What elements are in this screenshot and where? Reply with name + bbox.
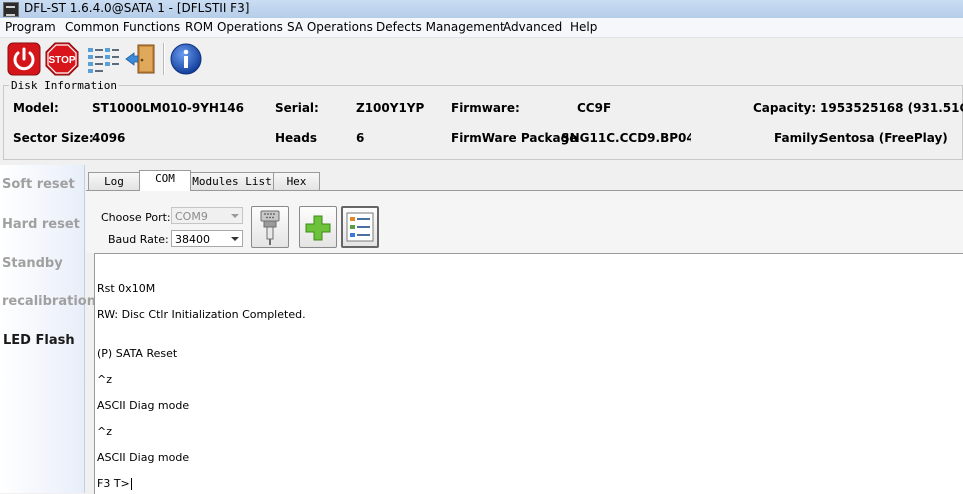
terminal-line: ^z — [97, 373, 112, 386]
chevron-down-icon — [231, 237, 239, 241]
power-button[interactable] — [7, 42, 41, 76]
menu-common-functions[interactable]: Common Functions — [65, 20, 180, 34]
terminal-output[interactable]: Rst 0x10M RW: Disc Ctlr Initialization C… — [94, 253, 963, 494]
standby-button[interactable]: Standby — [2, 256, 63, 271]
baud-rate-select[interactable]: 38400 — [171, 230, 243, 247]
sector-size-value: 4096 — [92, 131, 126, 145]
info-button[interactable] — [169, 42, 203, 76]
com-settings-area: Choose Port: COM9 Baud Rate: 38400 — [86, 191, 963, 253]
port-select-value: COM9 — [175, 210, 208, 223]
window-title: DFL-ST 1.6.4.0@SATA 1 - [DFLSTII F3] — [24, 1, 250, 15]
disk-information-panel: Disk Information Model: ST1000LM010-9YH1… — [3, 79, 963, 160]
exit-button[interactable] — [124, 42, 158, 76]
text-cursor — [130, 478, 132, 490]
baud-rate-label: Baud Rate: — [108, 233, 169, 246]
led-flash-button[interactable]: LED Flash — [3, 333, 75, 348]
disk-information-legend: Disk Information — [9, 79, 119, 92]
title-bar: DFL-ST 1.6.4.0@SATA 1 - [DFLSTII F3] — [0, 0, 963, 18]
firmware-package-value: SNG11C.CCD9.BP0494.( — [561, 131, 691, 145]
menu-defects-management[interactable]: Defects Management — [376, 20, 505, 34]
menu-rom-operations[interactable]: ROM Operations — [185, 20, 283, 34]
terminal-line: ASCII Diag mode — [97, 399, 190, 412]
tab-modules-list[interactable]: Modules List — [190, 172, 274, 190]
terminal-prompt: F3 T> — [97, 477, 130, 490]
app-icon — [3, 2, 19, 17]
model-label: Model: — [13, 101, 59, 115]
terminal-settings-button[interactable] — [341, 206, 379, 248]
stop-button[interactable]: STOP — [45, 42, 79, 76]
plus-icon — [305, 215, 331, 241]
list-view-button[interactable] — [86, 42, 120, 76]
terminal-line: ASCII Diag mode — [97, 451, 190, 464]
tab-hex[interactable]: Hex — [273, 172, 320, 190]
hard-reset-button[interactable]: Hard reset — [2, 217, 80, 232]
tab-bar: Log COM Modules List Hex — [86, 170, 963, 191]
exit-door-icon — [125, 44, 155, 74]
heads-label: Heads — [275, 131, 318, 145]
choose-port-label: Choose Port: — [101, 211, 171, 224]
menu-program[interactable]: Program — [5, 20, 56, 34]
settings-list-icon — [346, 212, 374, 242]
firmware-package-label: FirmWare Package — [451, 131, 578, 145]
toolbar: STOP — [0, 38, 963, 80]
power-icon — [7, 42, 41, 76]
tab-com[interactable]: COM — [139, 170, 191, 191]
stop-label: STOP — [48, 55, 75, 66]
menu-advanced[interactable]: Advanced — [503, 20, 562, 34]
capacity-label: Capacity: — [753, 101, 817, 115]
serial-value: Z100Y1YP — [356, 101, 425, 115]
capacity-value: 1953525168 (931.51GB) — [820, 101, 963, 115]
recalibration-button[interactable]: recalibration — [2, 294, 96, 309]
model-value: ST1000LM010-9YH146 — [92, 101, 244, 115]
tab-log[interactable]: Log — [88, 172, 140, 190]
serial-label: Serial: — [275, 101, 319, 115]
chevron-down-icon — [231, 214, 239, 218]
menu-bar: Program Common Functions ROM Operations … — [0, 18, 963, 38]
terminal-line: RW: Disc Ctlr Initialization Completed. — [97, 308, 306, 321]
sector-size-label: Sector Size: — [13, 131, 94, 145]
add-button[interactable] — [299, 206, 337, 248]
menu-sa-operations[interactable]: SA Operations — [287, 20, 373, 34]
stop-icon: STOP — [45, 42, 79, 76]
port-select[interactable]: COM9 — [171, 207, 243, 224]
baud-rate-select-value: 38400 — [175, 233, 210, 246]
info-icon — [170, 43, 202, 75]
menu-help[interactable]: Help — [570, 20, 597, 34]
terminal-prompt-line: F3 T> — [97, 477, 132, 490]
serial-connector-icon — [260, 210, 280, 245]
firmware-value: CC9F — [577, 101, 612, 115]
terminal-line: Rst 0x10M — [97, 282, 156, 295]
heads-value: 6 — [356, 131, 365, 145]
family-label: Family: — [774, 131, 823, 145]
family-value: Sentosa (FreePlay) — [820, 131, 948, 145]
toolbar-separator — [163, 43, 165, 75]
terminal-line: ^z — [97, 425, 112, 438]
soft-reset-button[interactable]: Soft reset — [2, 177, 75, 192]
terminal-line: (P) SATA Reset — [97, 347, 178, 360]
left-command-panel: Soft reset Hard reset Standby recalibrat… — [0, 165, 96, 493]
list-view-icon — [88, 48, 119, 73]
connect-port-button[interactable] — [251, 206, 289, 248]
firmware-label: Firmware: — [451, 101, 520, 115]
